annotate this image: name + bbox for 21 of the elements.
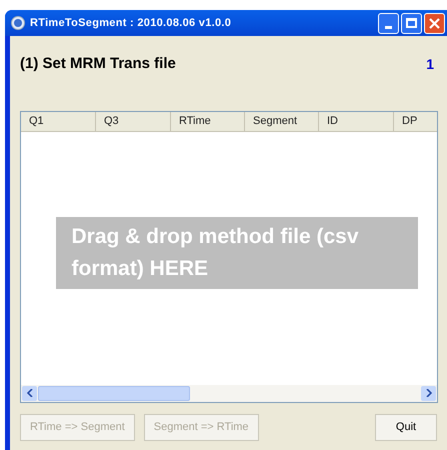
column-header[interactable]: ID (319, 112, 394, 130)
chevron-right-icon (426, 389, 432, 397)
action-button[interactable]: Quit (375, 414, 437, 440)
column-header[interactable]: RTime (171, 112, 245, 130)
close-icon (429, 18, 440, 28)
minimize-button[interactable] (378, 12, 399, 34)
step-title: (1) Set MRM Trans file (20, 54, 176, 74)
drop-hint: Drag & drop method file (csv format) HERE (56, 217, 418, 289)
column-header[interactable]: Segment (245, 112, 319, 130)
scroll-thumb[interactable] (38, 386, 190, 400)
column-header[interactable]: DP (394, 112, 437, 130)
close-button[interactable] (424, 12, 445, 34)
column-header[interactable]: Q3 (96, 112, 171, 130)
scroll-left-button[interactable] (22, 386, 37, 400)
step-number: 1 (426, 54, 434, 74)
column-header[interactable]: Q1 (21, 112, 96, 130)
maximize-button[interactable] (401, 12, 422, 34)
horizontal-scrollbar[interactable] (21, 384, 437, 402)
window-title: RTimeToSegment : 2010.08.06 v1.0.0 (30, 16, 232, 31)
chevron-left-icon (26, 389, 32, 397)
scroll-right-button[interactable] (421, 386, 436, 400)
